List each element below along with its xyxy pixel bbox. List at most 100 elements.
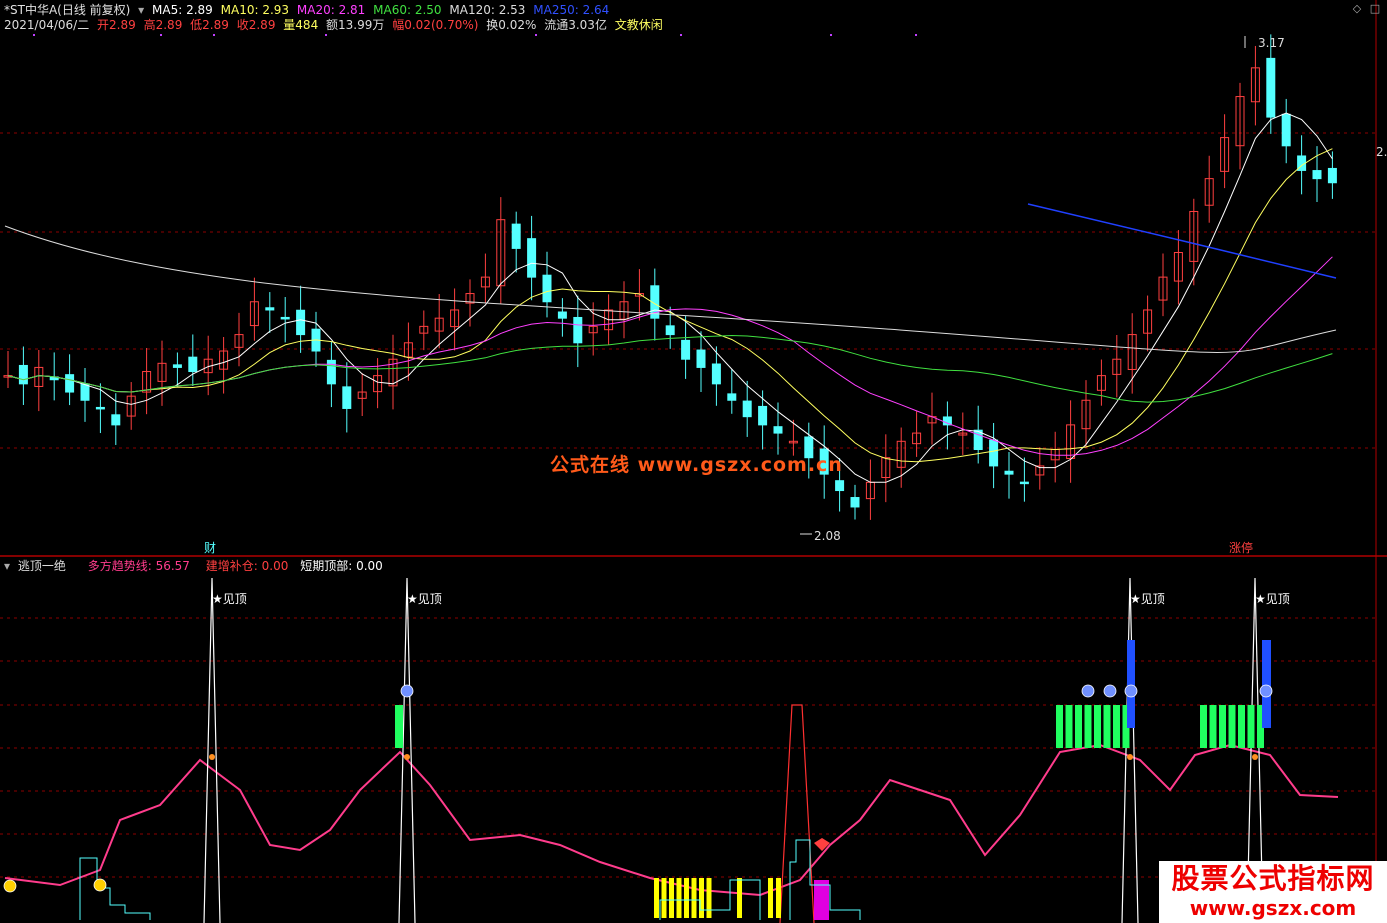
build-label: 建增补仓: bbox=[205, 559, 258, 573]
ma20-line bbox=[7, 256, 1333, 456]
ma60-label: MA60: 2.50 bbox=[373, 3, 442, 17]
candle-body bbox=[111, 414, 121, 426]
candle-body bbox=[835, 480, 845, 492]
top-signal-2: ★见顶 bbox=[407, 592, 442, 606]
candle-body bbox=[773, 426, 783, 434]
candle-body bbox=[1312, 170, 1322, 180]
info-line: 2021/04/06/二 开2.89 高2.89 低2.89 收2.89 量48… bbox=[4, 18, 667, 32]
volume-label: 量484 bbox=[283, 18, 319, 32]
cyan-steps bbox=[79, 857, 151, 920]
candle-body bbox=[542, 274, 552, 303]
candle-body bbox=[1327, 167, 1337, 184]
marker-dot bbox=[535, 34, 537, 36]
sad-icon bbox=[1103, 684, 1117, 698]
amount-label: 额13.99万 bbox=[326, 18, 385, 32]
green-bar bbox=[1238, 705, 1245, 748]
candle-body bbox=[989, 439, 999, 467]
marker-dot bbox=[213, 34, 215, 36]
yellow-bar bbox=[661, 878, 667, 918]
smile-icon bbox=[3, 879, 17, 893]
sector-label: 文教休闲 bbox=[614, 18, 663, 32]
green-bar bbox=[1103, 705, 1111, 748]
candle-body bbox=[95, 406, 105, 410]
low-price-label: 2.08 bbox=[814, 529, 841, 543]
corner-url: www.gszx.com bbox=[1189, 896, 1357, 920]
ma120-label: MA120: 2.53 bbox=[449, 3, 526, 17]
candle-body bbox=[511, 223, 521, 249]
sad-icon bbox=[400, 684, 414, 698]
candle-body bbox=[711, 363, 721, 385]
top-signal-4: ★见顶 bbox=[1255, 592, 1290, 606]
marker-dot bbox=[680, 34, 682, 36]
indicator-name[interactable]: 逃顶一绝 bbox=[18, 559, 66, 573]
corner-title: 股票公式指标网 bbox=[1171, 862, 1375, 895]
candle-body bbox=[527, 238, 537, 278]
candle-body bbox=[727, 393, 737, 401]
candle-body bbox=[342, 386, 352, 409]
red-spike bbox=[779, 704, 815, 923]
top-spike bbox=[398, 577, 416, 923]
sad-icon bbox=[1259, 684, 1273, 698]
close-icon[interactable]: □ bbox=[1369, 3, 1381, 15]
cai-marker[interactable]: 财 bbox=[204, 541, 216, 555]
green-bar bbox=[395, 705, 403, 748]
sub-dropdown-icon[interactable]: ▾ bbox=[4, 559, 10, 573]
trend-label: 多方趋势线: bbox=[87, 559, 152, 573]
green-bar bbox=[1219, 705, 1226, 748]
candle-body bbox=[172, 364, 182, 368]
candle-body bbox=[1004, 470, 1014, 475]
turnover-label: 换0.02% bbox=[486, 18, 537, 32]
dropdown-icon[interactable]: ▾ bbox=[138, 3, 144, 17]
ma20-label: MA20: 2.81 bbox=[296, 3, 366, 17]
ma10-line bbox=[7, 148, 1333, 463]
top-spike bbox=[1121, 577, 1139, 923]
marker-dot bbox=[325, 34, 327, 36]
main-header: *ST中华A(日线 前复权) ▾ MA5: 2.89 MA10: 2.93 MA… bbox=[4, 3, 613, 17]
right-axis-label: 2. bbox=[1376, 145, 1387, 159]
top-label: 短期顶部: bbox=[300, 559, 353, 573]
yellow-bar bbox=[776, 878, 781, 918]
date-label: 2021/04/06/二 bbox=[4, 18, 90, 32]
green-bar bbox=[1056, 705, 1063, 748]
green-bar bbox=[1075, 705, 1082, 748]
symbol-title[interactable]: *ST中华A(日线 前复权) bbox=[4, 3, 130, 17]
ma5-label: MA5: 2.89 bbox=[152, 3, 213, 17]
yellow-bar bbox=[654, 878, 659, 918]
candle-body bbox=[65, 374, 75, 393]
green-bar bbox=[1209, 705, 1217, 748]
marker-dot bbox=[33, 34, 35, 36]
figure-icon bbox=[209, 754, 215, 760]
candle-body bbox=[265, 307, 275, 311]
marker-dot bbox=[915, 34, 917, 36]
sub-header: ▾ 逃顶一绝 多方趋势线: 56.57 建增补仓: 0.00 短期顶部: 0.0… bbox=[4, 559, 387, 573]
top-spike bbox=[203, 577, 221, 923]
yellow-bar bbox=[768, 878, 773, 918]
candle-body bbox=[758, 405, 768, 426]
close-label: 收2.89 bbox=[236, 18, 276, 32]
candle-body bbox=[188, 356, 198, 373]
low-label: 低2.89 bbox=[190, 18, 229, 32]
trend-value: 56.57 bbox=[155, 559, 190, 573]
green-bar bbox=[1113, 705, 1120, 748]
float-cap-label: 流通3.03亿 bbox=[544, 18, 607, 32]
candle-body bbox=[280, 316, 290, 320]
corner-logo: 股票公式指标网 www.gszx.com bbox=[1159, 861, 1387, 923]
candle-body bbox=[681, 339, 691, 360]
smile-icon bbox=[93, 878, 107, 892]
yellow-bar bbox=[699, 878, 704, 918]
zhangting-marker[interactable]: 涨停 bbox=[1229, 541, 1253, 555]
yellow-bar bbox=[676, 878, 682, 918]
restore-icon[interactable]: ◇ bbox=[1351, 3, 1363, 15]
ma250-label: MA250: 2.64 bbox=[533, 3, 610, 17]
candle-body bbox=[18, 364, 28, 385]
candle-body bbox=[296, 309, 306, 336]
blue-bar bbox=[1127, 640, 1135, 728]
ma5-line bbox=[7, 112, 1333, 483]
candle-body bbox=[557, 311, 567, 319]
yellow-bar bbox=[737, 878, 742, 918]
sad-icon bbox=[1124, 684, 1138, 698]
green-bar bbox=[1084, 705, 1092, 748]
ma10-label: MA10: 2.93 bbox=[220, 3, 290, 17]
marker-dot bbox=[160, 34, 162, 36]
sad-icon bbox=[1081, 684, 1095, 698]
